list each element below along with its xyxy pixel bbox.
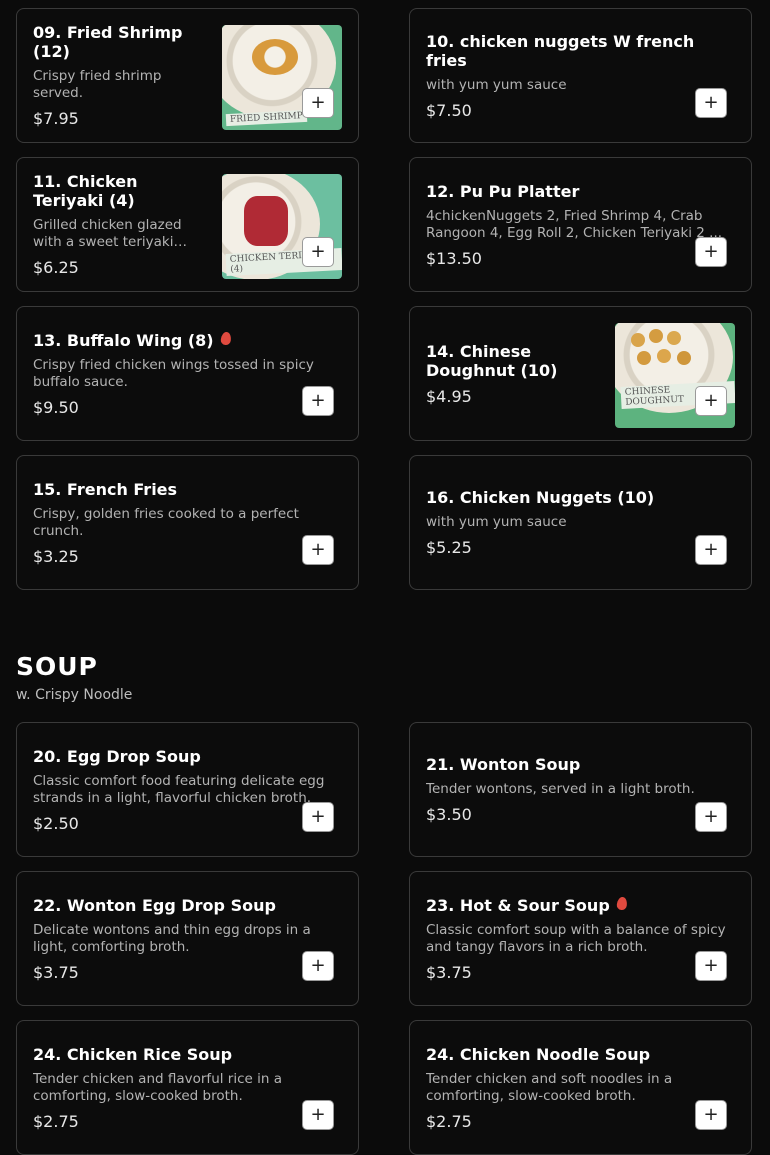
- item-description: with yum yum sauce: [426, 514, 567, 530]
- menu-item-card[interactable]: 24. Chicken Rice Soup Tender chicken and…: [16, 1020, 359, 1155]
- item-name: 12. Pu Pu Platter: [426, 181, 580, 201]
- item-description: Tender chicken and flavorful rice in a c…: [33, 1070, 282, 1104]
- spicy-icon: [219, 330, 232, 346]
- item-price: $13.50: [426, 248, 482, 268]
- item-description: Grilled chicken glazed with a sweet teri…: [33, 217, 182, 250]
- add-to-cart-button[interactable]: +: [695, 237, 727, 267]
- item-price: $3.75: [33, 962, 79, 982]
- item-name: 23. Hot & Sour Soup: [426, 895, 610, 915]
- menu-item-card[interactable]: 20. Egg Drop Soup Classic comfort food f…: [16, 722, 359, 857]
- item-name: 15. French Fries: [33, 479, 178, 499]
- item-name: 09. Fried Shrimp (12): [33, 23, 183, 61]
- menu-item-card[interactable]: 22. Wonton Egg Drop Soup Delicate wonton…: [16, 871, 359, 1006]
- item-description: Delicate wontons and thin egg drops in a…: [33, 921, 311, 955]
- menu-item-card[interactable]: 09. Fried Shrimp (12) Crispy fried shrim…: [16, 8, 359, 143]
- item-price: $2.75: [33, 1111, 79, 1131]
- item-price: $6.25: [33, 258, 79, 277]
- add-to-cart-button[interactable]: +: [695, 1100, 727, 1130]
- image-text: FRIED SHRIMP: [225, 109, 308, 127]
- add-to-cart-button[interactable]: +: [302, 1100, 334, 1130]
- add-to-cart-button[interactable]: +: [302, 951, 334, 981]
- item-name: 13. Buffalo Wing (8): [33, 330, 214, 350]
- item-description: Crispy fried shrimp served.: [33, 68, 162, 101]
- item-description: Crispy, golden fries cooked to a perfect…: [33, 505, 299, 539]
- item-description: Classic comfort food featuring delicate …: [33, 772, 325, 806]
- item-price: $3.25: [33, 546, 79, 566]
- menu-item-card[interactable]: 12. Pu Pu Platter 4chickenNuggets 2, Fri…: [409, 157, 752, 292]
- item-description: Tender chicken and soft noodles in a com…: [426, 1070, 673, 1104]
- menu-item-card[interactable]: 15. French Fries Crispy, golden fries co…: [16, 455, 359, 590]
- add-to-cart-button[interactable]: +: [302, 802, 334, 832]
- add-to-cart-button[interactable]: +: [695, 951, 727, 981]
- item-price: $2.75: [426, 1111, 472, 1131]
- item-name: 20. Egg Drop Soup: [33, 746, 201, 766]
- item-price: $4.95: [426, 386, 472, 406]
- add-to-cart-button[interactable]: +: [695, 88, 727, 118]
- item-price: $2.50: [33, 813, 79, 833]
- add-to-cart-button[interactable]: +: [302, 386, 334, 416]
- item-name: 21. Wonton Soup: [426, 755, 581, 774]
- add-to-cart-button[interactable]: +: [302, 237, 334, 267]
- add-to-cart-button[interactable]: +: [695, 386, 727, 416]
- item-name: 10. chicken nuggets W french fries: [426, 31, 695, 70]
- item-name: 22. Wonton Egg Drop Soup: [33, 895, 276, 915]
- item-name: 24. Chicken Noodle Soup: [426, 1044, 651, 1064]
- section-subtitle: w. Crispy Noodle: [16, 687, 133, 703]
- menu-item-card[interactable]: 11. Chicken Teriyaki (4) Grilled chicken…: [16, 157, 359, 292]
- item-name: 24. Chicken Rice Soup: [33, 1044, 233, 1064]
- section-title: SOUP: [16, 652, 98, 681]
- add-to-cart-button[interactable]: +: [695, 802, 727, 832]
- item-name: 11. Chicken Teriyaki (4): [33, 172, 138, 210]
- item-price: $3.50: [426, 805, 472, 824]
- item-description: Crispy fried chicken wings tossed in spi…: [33, 356, 314, 390]
- item-price: $3.75: [426, 962, 472, 982]
- menu-item-card[interactable]: 24. Chicken Noodle Soup Tender chicken a…: [409, 1020, 752, 1155]
- item-price: $7.95: [33, 109, 79, 128]
- spicy-icon: [615, 895, 628, 911]
- item-description: Classic comfort soup with a balance of s…: [426, 921, 726, 955]
- menu-item-card[interactable]: 10. chicken nuggets W french fries with …: [409, 8, 752, 143]
- item-price: $7.50: [426, 100, 472, 120]
- menu-item-card[interactable]: 14. Chinese Doughnut (10) $4.95 CHINESE …: [409, 306, 752, 441]
- menu-item-card[interactable]: 13. Buffalo Wing (8) Crispy fried chicke…: [16, 306, 359, 441]
- menu-item-card[interactable]: 16. Chicken Nuggets (10) with yum yum sa…: [409, 455, 752, 590]
- item-description: with yum yum sauce: [426, 76, 567, 93]
- menu-item-card[interactable]: 21. Wonton Soup Tender wontons, served i…: [409, 722, 752, 857]
- item-price: $9.50: [33, 397, 79, 417]
- item-description: 4chickenNuggets 2, Fried Shrimp 4, Crab …: [426, 207, 723, 241]
- item-description: Tender wontons, served in a light broth.: [426, 781, 695, 797]
- add-to-cart-button[interactable]: +: [302, 88, 334, 118]
- menu-item-card[interactable]: 23. Hot & Sour Soup Classic comfort soup…: [409, 871, 752, 1006]
- item-name: 16. Chicken Nuggets (10): [426, 488, 655, 507]
- add-to-cart-button[interactable]: +: [695, 535, 727, 565]
- item-name: 14. Chinese Doughnut (10): [426, 341, 558, 380]
- add-to-cart-button[interactable]: +: [302, 535, 334, 565]
- item-price: $5.25: [426, 538, 472, 557]
